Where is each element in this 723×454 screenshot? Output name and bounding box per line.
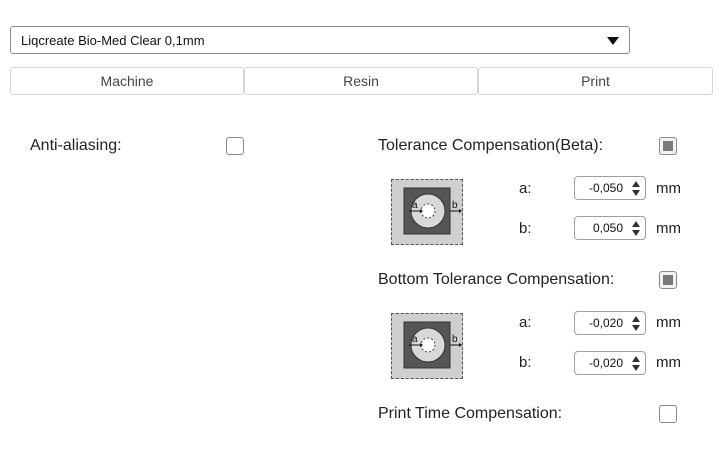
spin-up-icon[interactable] bbox=[632, 181, 640, 187]
spin-down-icon[interactable] bbox=[632, 230, 640, 236]
tolerance-b-label: b: bbox=[519, 220, 532, 237]
bottom-tolerance-compensation-label: Bottom Tolerance Compensation: bbox=[378, 271, 615, 288]
bottom-tolerance-b-spinbox[interactable]: -0,020 bbox=[574, 351, 646, 375]
bottom-tolerance-b-unit: mm bbox=[656, 354, 681, 371]
print-time-compensation-checkbox[interactable] bbox=[659, 405, 677, 423]
spin-up-icon[interactable] bbox=[632, 316, 640, 322]
spin-up-icon[interactable] bbox=[632, 221, 640, 227]
spin-down-icon[interactable] bbox=[632, 325, 640, 331]
tolerance-compensation-checkbox[interactable] bbox=[659, 137, 677, 155]
material-select[interactable]: Liqcreate Bio-Med Clear 0,1mm bbox=[10, 26, 630, 54]
tolerance-a-label: a: bbox=[519, 180, 532, 197]
bottom-tolerance-a-unit: mm bbox=[656, 314, 681, 331]
bottom-tolerance-diagram-graphic: a b bbox=[403, 321, 462, 369]
tolerance-a-unit: mm bbox=[656, 180, 681, 197]
tolerance-a-spinbox[interactable]: -0,050 bbox=[574, 176, 646, 200]
svg-text:b: b bbox=[452, 334, 458, 345]
svg-text:a: a bbox=[412, 200, 418, 211]
checkbox-fill-icon bbox=[663, 141, 673, 151]
checkbox-fill-icon bbox=[663, 275, 673, 285]
bottom-tolerance-a-value: -0,020 bbox=[588, 316, 623, 330]
bottom-tolerance-a-spinbox[interactable]: -0,020 bbox=[574, 311, 646, 335]
bottom-tolerance-b-label: b: bbox=[519, 354, 532, 371]
tab-machine[interactable]: Machine bbox=[10, 67, 244, 95]
tolerance-b-unit: mm bbox=[656, 220, 681, 237]
tolerance-a-value: -0,050 bbox=[588, 181, 623, 195]
svg-text:a: a bbox=[412, 334, 418, 345]
chevron-down-icon[interactable] bbox=[607, 37, 619, 45]
tab-print-label: Print bbox=[581, 73, 610, 89]
material-select-value: Liqcreate Bio-Med Clear 0,1mm bbox=[21, 33, 205, 48]
anti-aliasing-label: Anti-aliasing: bbox=[30, 137, 122, 154]
tolerance-diagram-graphic: a b bbox=[403, 187, 462, 235]
bottom-tolerance-diagram: a b bbox=[391, 313, 463, 379]
tab-machine-label: Machine bbox=[100, 73, 154, 89]
spin-up-icon[interactable] bbox=[632, 356, 640, 362]
tolerance-b-spinbox[interactable]: 0,050 bbox=[574, 216, 646, 240]
bottom-tolerance-a-label: a: bbox=[519, 314, 532, 331]
spin-down-icon[interactable] bbox=[632, 190, 640, 196]
bottom-tolerance-b-value: -0,020 bbox=[588, 356, 623, 370]
print-time-compensation-label: Print Time Compensation: bbox=[378, 405, 563, 422]
tolerance-b-value: 0,050 bbox=[592, 221, 623, 235]
svg-text:b: b bbox=[452, 200, 458, 211]
tolerance-diagram: a b bbox=[391, 179, 463, 245]
tab-resin-label: Resin bbox=[343, 73, 379, 89]
tolerance-compensation-label: Tolerance Compensation(Beta): bbox=[378, 137, 604, 154]
tab-print[interactable]: Print bbox=[478, 67, 713, 95]
tab-resin[interactable]: Resin bbox=[244, 67, 478, 95]
spin-down-icon[interactable] bbox=[632, 365, 640, 371]
anti-aliasing-checkbox[interactable] bbox=[226, 137, 244, 155]
bottom-tolerance-compensation-checkbox[interactable] bbox=[659, 271, 677, 289]
